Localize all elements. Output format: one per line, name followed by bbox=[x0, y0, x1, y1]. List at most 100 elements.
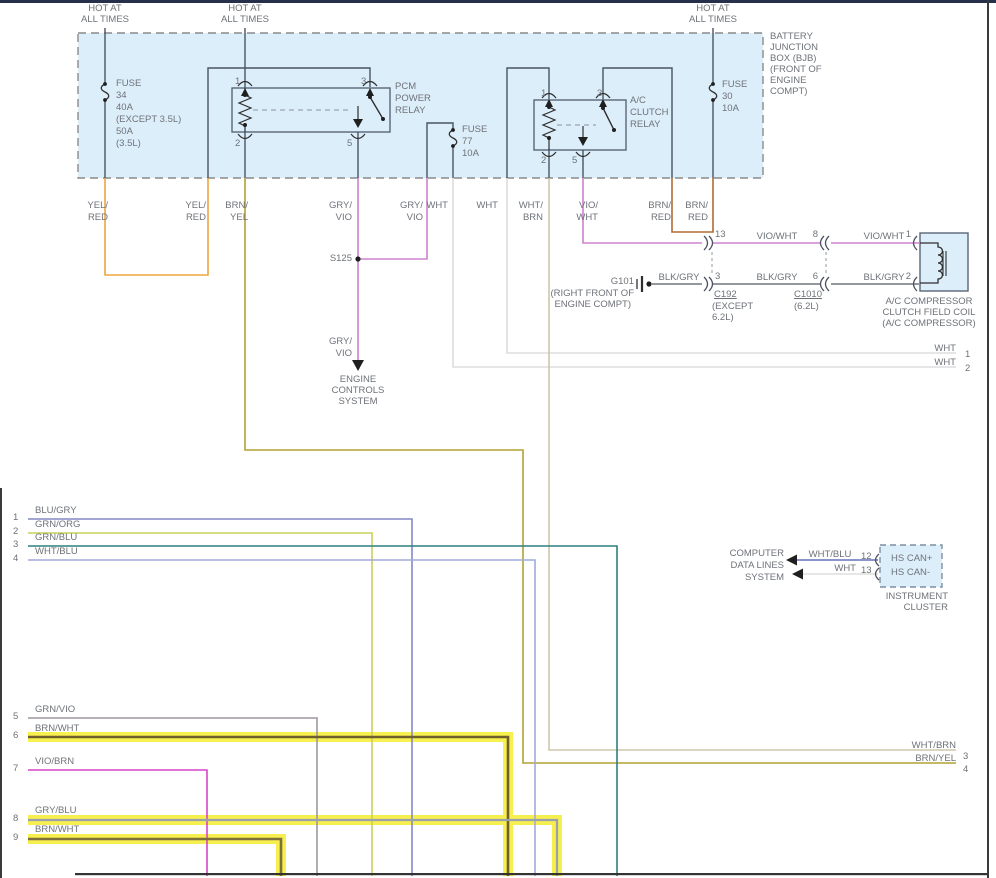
left-row8-label: GRY/BLU bbox=[35, 805, 77, 816]
blkgry-pin3: 3 bbox=[715, 271, 721, 282]
left-row2-label: GRN/ORG bbox=[35, 519, 81, 530]
ac-pin1: 1 bbox=[541, 88, 547, 99]
lbl-yel-red-1b: RED bbox=[87, 212, 108, 223]
g101-label: G101 bbox=[610, 276, 634, 287]
lbl-gry-vio-3a: GRY/ bbox=[328, 336, 352, 347]
s125-splice-dot bbox=[355, 256, 361, 262]
highlight-row6 bbox=[28, 732, 513, 876]
lbl-vio-wht-b: WHT bbox=[576, 212, 598, 223]
c1010-label: C1010 bbox=[794, 289, 822, 300]
lbl-yel-red-2b: RED bbox=[185, 212, 206, 223]
fuse77-l3: 10A bbox=[462, 148, 479, 159]
left-row9-num: 9 bbox=[13, 832, 19, 843]
right-border bbox=[987, 0, 989, 878]
viowht-seg3-label: VIO/WHT bbox=[863, 231, 905, 242]
cluster-name-2: CLUSTER bbox=[903, 602, 948, 613]
right-row4-label: BRN/YEL bbox=[915, 753, 956, 764]
cluster-system-1: COMPUTER bbox=[729, 548, 784, 559]
lbl-brn-red-2b: RED bbox=[687, 212, 708, 223]
pcm-name-2: POWER bbox=[395, 93, 431, 104]
left-row2-num: 2 bbox=[13, 526, 19, 537]
lbl-brn-red-2a: BRN/ bbox=[685, 200, 708, 211]
hs-can-plus: HS CAN+ bbox=[891, 553, 933, 564]
blkgry-seg1-label: BLK/GRY bbox=[658, 272, 700, 283]
lbl-wht-1: WHT bbox=[426, 200, 448, 211]
fuse77-l1: FUSE bbox=[462, 124, 488, 135]
s125-label: S125 bbox=[329, 253, 352, 264]
blkgry-seg2-label: BLK/GRY bbox=[756, 272, 798, 283]
fuse77-l2: 77 bbox=[462, 136, 473, 147]
bjb-title-3: BOX (BJB) bbox=[770, 53, 817, 64]
left-row3-label: GRN/BLU bbox=[35, 532, 78, 543]
pcm-name-1: PCM bbox=[395, 81, 417, 92]
field-coil-label-2: CLUTCH FIELD COIL bbox=[882, 307, 976, 318]
lbl-gry-vio-1a: GRY/ bbox=[328, 200, 352, 211]
lbl-vio-wht-a: VIO/ bbox=[578, 200, 598, 211]
fuse34-l2: 34 bbox=[116, 90, 127, 101]
engine-controls-2: CONTROLS bbox=[331, 385, 385, 396]
bjb-title-2: JUNCTION bbox=[770, 42, 819, 53]
top-border bbox=[0, 0, 996, 3]
lbl-brn-yel-a: BRN/ bbox=[225, 200, 248, 211]
lbl-wht-brn-a: WHT/ bbox=[518, 200, 543, 211]
fuse30-l2: 30 bbox=[722, 91, 733, 102]
lbl-yel-red-1a: YEL/ bbox=[87, 200, 108, 211]
left-row4-label: WHT/BLU bbox=[35, 546, 78, 557]
left-row4-num: 4 bbox=[13, 553, 19, 564]
field-coil-label-3: (A/C COMPRESSOR) bbox=[882, 318, 976, 329]
cluster-pin12: 12 bbox=[861, 551, 872, 562]
lbl-wht-2: WHT bbox=[476, 200, 498, 211]
fuse34-l5: 50A bbox=[116, 126, 133, 137]
left-row1-label: BLU/GRY bbox=[35, 505, 77, 516]
data-line-arrows bbox=[786, 554, 803, 580]
wire-grn-blu bbox=[28, 545, 618, 876]
blkgry-pin2: 2 bbox=[905, 271, 911, 282]
left-row1-num: 1 bbox=[13, 512, 19, 523]
lbl-brn-red-1a: BRN/ bbox=[648, 200, 671, 211]
fuse30-l3: 10A bbox=[722, 103, 739, 114]
wire-wht-brn bbox=[548, 178, 956, 751]
hot-label-2-line1: HOT AT bbox=[228, 3, 262, 14]
cluster-pin13: 13 bbox=[861, 565, 872, 576]
fuse34-l6: (3.5L) bbox=[116, 138, 141, 149]
ac-name-2: CLUTCH bbox=[630, 107, 669, 118]
ac-pin3: 3 bbox=[597, 88, 603, 99]
left-row8-num: 8 bbox=[13, 813, 19, 824]
bjb-title-5: ENGINE bbox=[770, 75, 807, 86]
cluster-wht-label: WHT bbox=[834, 563, 856, 574]
pcm-pin2: 2 bbox=[235, 138, 241, 149]
fuse34-l4: (EXCEPT 3.5L) bbox=[116, 114, 182, 125]
g101-ground-icon bbox=[636, 276, 652, 292]
pcm-pin1: 1 bbox=[235, 76, 241, 87]
right-row1-label: WHT bbox=[934, 343, 956, 354]
lbl-wht-brn-b: BRN bbox=[522, 212, 543, 223]
left-row7-label: VIO/BRN bbox=[35, 756, 75, 767]
hot-label-2-line2: ALL TIMES bbox=[220, 14, 270, 25]
bottom-border bbox=[75, 873, 987, 876]
right-row2-num: 2 bbox=[965, 363, 971, 374]
right-row1-num: 1 bbox=[965, 349, 971, 360]
instrument-cluster-box bbox=[879, 544, 943, 588]
wire-vio-wht-1 bbox=[582, 178, 702, 244]
pcm-pin5: 5 bbox=[347, 138, 353, 149]
engine-controls-arrow-icon bbox=[352, 360, 364, 371]
compressor-coil-box bbox=[919, 232, 969, 292]
blkgry-pin6: 6 bbox=[812, 271, 818, 282]
left-border bbox=[0, 488, 2, 878]
engine-controls-1: ENGINE bbox=[339, 374, 377, 385]
lbl-gry-vio-2a: GRY/ bbox=[399, 200, 423, 211]
bjb-title-1: BATTERY bbox=[770, 31, 813, 42]
pcm-pin3: 3 bbox=[361, 76, 367, 87]
c1010-note: (6.2L) bbox=[794, 301, 819, 312]
left-row7-num: 7 bbox=[13, 763, 19, 774]
lbl-gry-vio-3b: VIO bbox=[335, 348, 352, 359]
fuse30-l1: FUSE bbox=[722, 79, 748, 90]
highlight-row8 bbox=[28, 815, 562, 876]
g101-loc-2: ENGINE COMPT) bbox=[554, 299, 631, 310]
wiring-svg bbox=[0, 0, 996, 878]
ac-pin2: 2 bbox=[541, 155, 547, 166]
viowht-seg2-label: VIO/WHT bbox=[756, 231, 798, 242]
wire-gry-blu bbox=[28, 818, 559, 876]
hs-can-minus: HS CAN- bbox=[891, 567, 931, 578]
left-row3-num: 3 bbox=[13, 539, 19, 550]
